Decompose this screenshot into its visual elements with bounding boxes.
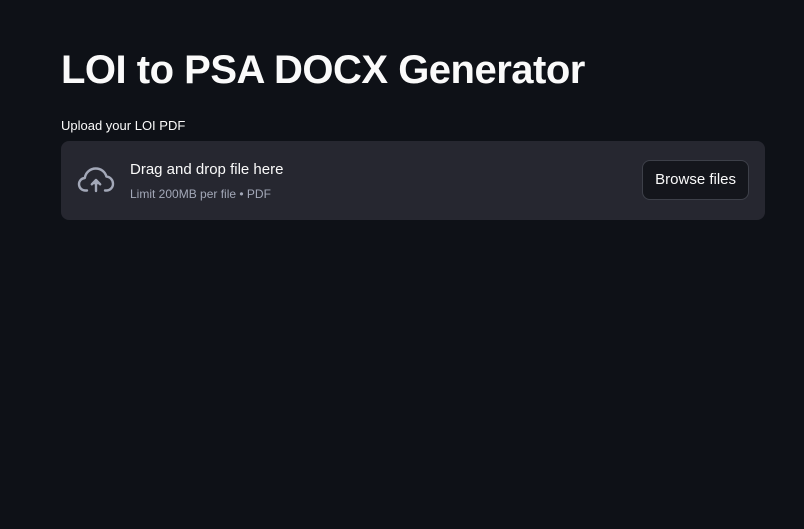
file-dropzone[interactable]: Drag and drop file here Limit 200MB per … (61, 141, 765, 220)
dropzone-instructions: Drag and drop file here Limit 200MB per … (130, 160, 283, 202)
uploader-label: Upload your LOI PDF (61, 118, 186, 133)
dropzone-subtitle: Limit 200MB per file • PDF (130, 187, 271, 201)
cloud-upload-icon (77, 165, 115, 195)
dropzone-title: Drag and drop file here (130, 161, 284, 178)
page-title: LOI to PSA DOCX Generator (61, 48, 585, 92)
browse-files-button[interactable]: Browse files (642, 160, 749, 200)
